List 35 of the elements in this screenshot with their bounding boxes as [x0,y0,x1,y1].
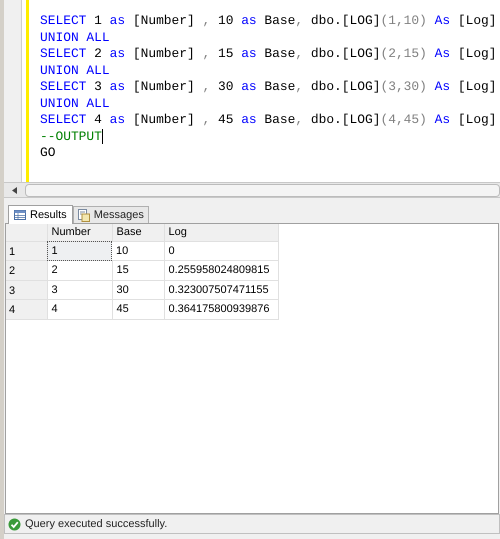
code-line: UNION ALL [40,96,110,112]
code-line: SELECT 1 as [Number] , 10 as Base, dbo.[LOG](1,10) As [Log] [40,13,497,30]
table-cell[interactable]: 0.255958024809815 [164,260,278,280]
table-cell[interactable]: 45 [112,300,164,319]
column-header[interactable]: Log [164,224,278,241]
table-cell[interactable]: 4 [47,300,112,319]
code-line: GO [40,145,56,162]
row-number[interactable]: 3 [6,280,47,300]
table-cell[interactable]: 0.323007507471155 [164,280,278,300]
table-cell[interactable]: 0.364175800939876 [164,300,278,319]
table-cell[interactable]: 2 [47,260,112,280]
code-line: SELECT 4 as [Number] , 45 as Base, dbo.[LOG](4,45) As [Log] [40,112,497,128]
table-cell[interactable]: 1 [47,241,112,260]
table-cell[interactable]: 3 [47,280,112,300]
scroll-left-icon[interactable] [12,186,17,194]
table-cell[interactable]: 30 [112,280,164,300]
table-cell[interactable]: 0 [164,241,278,260]
table-cell[interactable]: 15 [112,260,164,280]
text-cursor [102,128,103,144]
success-check-icon [8,518,21,530]
code-line: UNION ALL [40,62,110,79]
grid-icon [14,210,26,220]
row-number[interactable]: 2 [6,260,47,280]
status-message: Query executed successfully. [25,516,168,532]
column-header[interactable]: Base [112,224,164,241]
code-line: --OUTPUT [40,128,102,145]
row-number[interactable]: 4 [6,300,47,319]
table-cell[interactable]: 10 [112,241,164,260]
code-line: SELECT 2 as [Number] , 15 as Base, dbo.[LOG](2,15) As [Log] [40,46,497,62]
horizontal-scrollbar[interactable] [25,184,500,196]
row-number[interactable]: 1 [6,241,47,260]
results-tab[interactable]: Messages [72,206,149,223]
code-line: SELECT 3 as [Number] , 30 as Base, dbo.[LOG](3,30) As [Log] [40,79,497,96]
code-line: UNION ALL [40,30,110,46]
results-tab[interactable]: Results [8,205,73,224]
